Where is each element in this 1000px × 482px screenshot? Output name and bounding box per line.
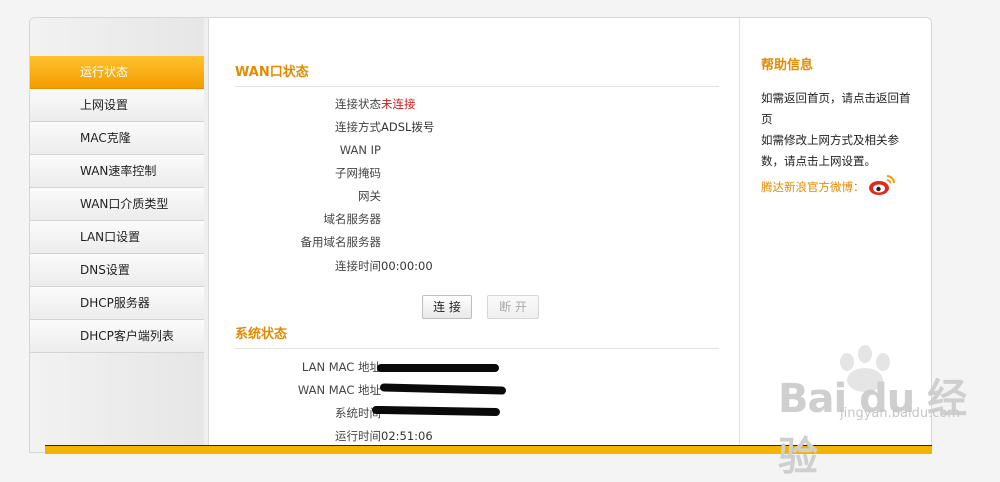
- wan-row-subnet-mask: 子网掩码: [235, 162, 715, 184]
- system-status-title: 系统状态: [235, 323, 719, 349]
- wan-value: 00:00:00: [381, 259, 433, 273]
- sidebar: 运行状态 上网设置 MAC克隆 WAN速率控制 WAN口介质类型 LAN口设置 …: [30, 18, 205, 452]
- wan-row-wan-ip: WAN IP: [235, 139, 715, 161]
- baidu-watermark-url: jingyan.baidu.com: [840, 406, 960, 421]
- sidebar-item-dhcp-client-list[interactable]: DHCP客户端列表: [30, 320, 204, 353]
- wan-row-backup-dns: 备用域名服务器: [235, 231, 715, 253]
- wan-label: 连接状态: [335, 97, 381, 111]
- wan-value: ADSL拨号: [381, 120, 435, 134]
- wan-label: 网关: [358, 189, 381, 203]
- sidebar-item-internet-settings[interactable]: 上网设置: [30, 89, 204, 122]
- connect-button[interactable]: 连 接: [422, 295, 472, 319]
- wan-row-connection-type: 连接方式 ADSL拨号: [235, 116, 715, 138]
- wan-label: 备用域名服务器: [300, 235, 382, 249]
- sidebar-menu: 运行状态 上网设置 MAC克隆 WAN速率控制 WAN口介质类型 LAN口设置 …: [30, 56, 204, 353]
- help-text-settings: 如需修改上网方式及相关参数，请点击上网设置。: [761, 133, 899, 168]
- wan-row-gateway: 网关: [235, 185, 715, 207]
- sys-label: WAN MAC 地址: [297, 383, 381, 397]
- weibo-icon[interactable]: [868, 174, 896, 196]
- sidebar-item-wan-rate-control[interactable]: WAN速率控制: [30, 155, 204, 188]
- wan-label: 子网掩码: [335, 166, 381, 180]
- wan-value: 未连接: [381, 97, 416, 111]
- baidu-watermark-text: Bai du 经验: [778, 376, 967, 480]
- wan-row-connection-status: 连接状态 未连接: [235, 93, 715, 115]
- redaction-mark: [377, 364, 499, 372]
- sys-row-uptime: 运行时间 02:51:06: [235, 425, 715, 447]
- sidebar-item-dns-settings[interactable]: DNS设置: [30, 254, 204, 287]
- help-text: 如需返回首页，请点击返回首页 如需修改上网方式及相关参数，请点击上网设置。: [761, 88, 921, 172]
- sidebar-item-dhcp-server[interactable]: DHCP服务器: [30, 287, 204, 320]
- help-title: 帮助信息: [761, 58, 814, 73]
- sidebar-item-mac-clone[interactable]: MAC克隆: [30, 122, 204, 155]
- main-content: WAN口状态 连接状态 未连接 连接方式 ADSL拨号 WAN IP 子网掩码 …: [209, 18, 739, 452]
- wan-label: 连接时间: [335, 259, 381, 273]
- wan-row-connection-time: 连接时间 00:00:00: [235, 255, 715, 277]
- wan-label: WAN IP: [339, 143, 381, 157]
- wan-label: 域名服务器: [323, 212, 382, 226]
- wan-row-dns: 域名服务器: [235, 208, 715, 230]
- help-text-home: 如需返回首页，请点击返回首页: [761, 91, 911, 126]
- sys-label: LAN MAC 地址: [301, 360, 381, 374]
- weibo-link[interactable]: 腾达新浪官方微博：: [761, 179, 865, 195]
- sys-label: 运行时间: [335, 429, 381, 443]
- disconnect-button[interactable]: 断 开: [487, 295, 539, 319]
- wan-status-title: WAN口状态: [235, 61, 719, 87]
- sidebar-item-run-status[interactable]: 运行状态: [30, 56, 204, 89]
- wan-label: 连接方式: [335, 120, 381, 134]
- sidebar-item-wan-media-type[interactable]: WAN口介质类型: [30, 188, 204, 221]
- sys-value: 02:51:06: [381, 429, 433, 443]
- sidebar-item-lan-settings[interactable]: LAN口设置: [30, 221, 204, 254]
